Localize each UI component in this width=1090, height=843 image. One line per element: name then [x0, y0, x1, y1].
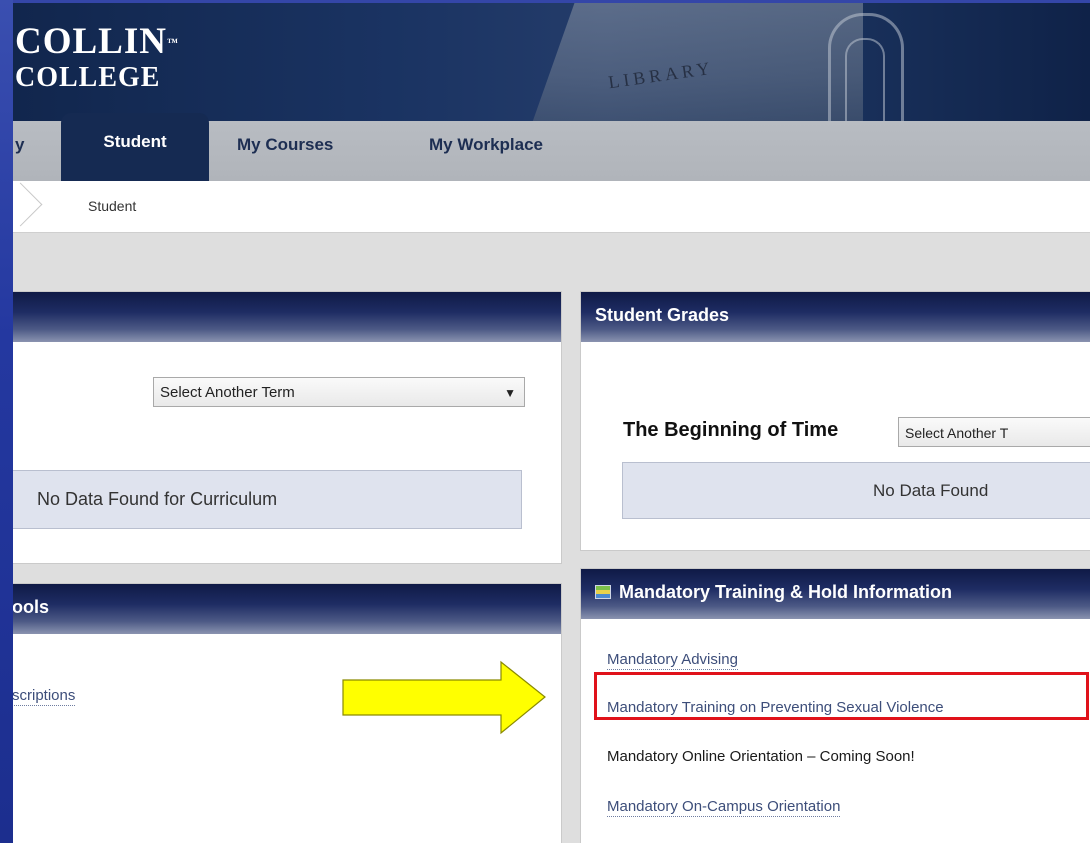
tab-my-workplace[interactable]: My Workplace: [425, 121, 547, 181]
dropdown-arrow-icon: ▼: [504, 386, 516, 400]
mandatory-training-title: Mandatory Training & Hold Information: [619, 582, 952, 602]
tab-partial[interactable]: y: [13, 121, 28, 181]
portlet-icon: [595, 585, 611, 599]
logo-line-2: COLLEGE: [15, 62, 161, 93]
grades-no-data: No Data Found: [622, 462, 1090, 519]
grades-term-label: The Beginning of Time: [623, 419, 839, 441]
curriculum-panel-header: [13, 292, 561, 342]
mandatory-advising-link[interactable]: Mandatory Advising: [607, 651, 738, 670]
mandatory-on-campus-orientation-link[interactable]: Mandatory On-Campus Orientation: [607, 798, 841, 817]
tab-student[interactable]: Student: [61, 113, 209, 181]
library-building-image: [528, 3, 863, 121]
curriculum-term-select[interactable]: Select Another Term ▼: [153, 377, 525, 407]
logo-line-1: COLLIN: [15, 21, 167, 62]
logo-trademark: ™: [166, 37, 178, 49]
curriculum-term-select-value: Select Another Term: [160, 384, 295, 401]
slide-frame-left: [0, 0, 13, 843]
student-grades-panel: Student Grades The Beginning of Time Sel…: [580, 291, 1090, 551]
tools-panel-header: ools: [13, 584, 561, 634]
breadcrumb-current[interactable]: Student: [88, 198, 136, 214]
portal-screenshot: LIBRARY COLLIN™ COLLEGE y Student My Cou…: [13, 3, 1090, 843]
curriculum-no-data: No Data Found for Curriculum: [13, 470, 522, 529]
tab-my-courses[interactable]: My Courses: [233, 121, 337, 181]
grades-term-select[interactable]: Select Another T: [898, 417, 1090, 447]
breadcrumb: Student: [13, 181, 1090, 233]
college-logo[interactable]: COLLIN™ COLLEGE: [15, 23, 178, 93]
mandatory-training-header: Mandatory Training & Hold Information: [581, 569, 1090, 619]
student-grades-header: Student Grades: [581, 292, 1090, 342]
highlight-box: [594, 672, 1089, 720]
main-tab-bar: y Student My Courses My Workplace: [13, 113, 1090, 181]
mandatory-online-orientation-text: Mandatory Online Orientation – Coming So…: [607, 748, 915, 765]
tools-subscriptions-link[interactable]: scriptions: [13, 687, 76, 706]
callout-arrow-icon: [341, 660, 549, 735]
breadcrumb-chevron-icon: [13, 182, 43, 227]
curriculum-panel: Select Another Term ▼ No Data Found for …: [13, 291, 562, 564]
header-banner: LIBRARY COLLIN™ COLLEGE: [13, 3, 1090, 121]
slide-frame-top: [0, 0, 1090, 3]
building-arch-window-inner: [845, 38, 885, 121]
